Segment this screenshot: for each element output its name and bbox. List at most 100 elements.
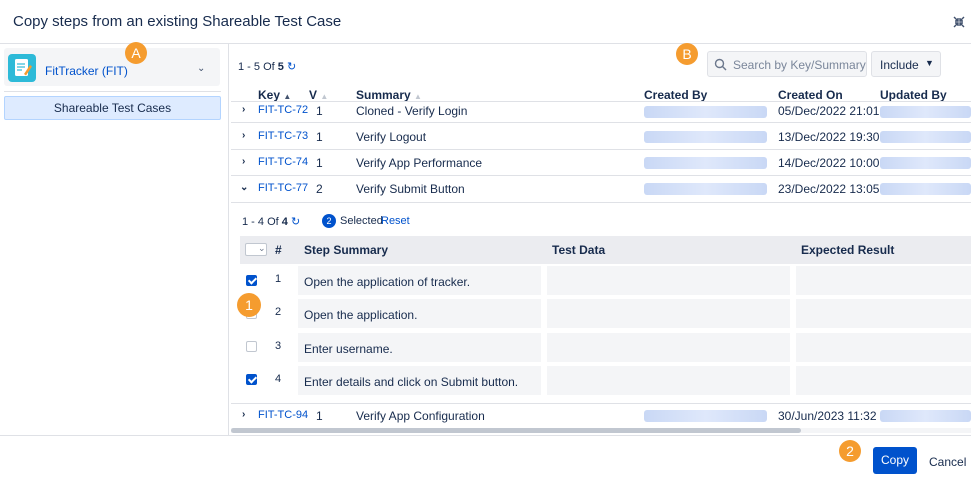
callout-1: 1 — [237, 293, 261, 317]
row-created-on: 30/Jun/2023 11:32 — [778, 409, 877, 423]
chevron-right-icon[interactable]: › — [242, 156, 245, 167]
step-cell — [796, 266, 971, 295]
chevron-down-icon[interactable]: ⌄ — [197, 63, 205, 74]
col-step-num: # — [275, 243, 282, 257]
divider — [4, 91, 221, 92]
col-test-data: Test Data — [552, 243, 606, 257]
col-created-on[interactable]: Created On — [778, 88, 843, 102]
chevron-right-icon[interactable]: › — [242, 104, 245, 115]
row-key[interactable]: FIT-TC-94 — [258, 409, 308, 421]
include-label: Include — [880, 58, 919, 72]
divider — [231, 101, 971, 102]
row-summary: Verify App Performance — [356, 156, 483, 170]
row-key[interactable]: FIT-TC-74 — [258, 156, 308, 168]
search-icon — [714, 58, 727, 71]
step-cell — [547, 299, 790, 328]
step-cell — [547, 366, 790, 395]
row-version: 1 — [316, 104, 323, 118]
divider — [231, 122, 971, 123]
result-count-prefix: 1 - 5 Of — [238, 61, 275, 73]
col-expected-result: Expected Result — [801, 243, 895, 257]
divider — [231, 403, 971, 404]
row-version: 2 — [316, 182, 323, 196]
updated-by-redacted — [880, 183, 971, 195]
row-created-on: 14/Dec/2022 10:00 — [778, 156, 880, 170]
steps-count-prefix: 1 - 4 Of — [242, 216, 279, 228]
selected-count-badge: 2 — [322, 214, 336, 228]
divider — [231, 175, 971, 176]
step-cell — [796, 366, 971, 395]
step-cell — [547, 266, 790, 295]
col-summary[interactable]: Summary ▲ — [356, 88, 422, 102]
chevron-down-icon[interactable]: ⌄ — [240, 182, 248, 193]
row-key[interactable]: FIT-TC-72 — [258, 104, 308, 116]
created-by-redacted — [644, 106, 767, 118]
divider — [0, 435, 971, 436]
row-created-on: 23/Dec/2022 13:05 — [778, 182, 880, 196]
step-summary: Open the application. — [304, 308, 418, 322]
col-key[interactable]: Key ▲ — [258, 88, 291, 102]
chevron-right-icon[interactable]: › — [242, 409, 245, 420]
row-summary: Verify Logout — [356, 130, 427, 144]
scrollbar-thumb[interactable] — [231, 428, 801, 433]
updated-by-redacted — [880, 157, 971, 169]
chevron-right-icon[interactable]: › — [242, 130, 245, 141]
row-summary: Verify App Configuration — [356, 409, 485, 423]
row-key[interactable]: FIT-TC-77 — [258, 182, 308, 194]
updated-by-redacted — [880, 410, 971, 422]
step-checkbox[interactable] — [246, 374, 257, 385]
row-summary: Cloned - Verify Login — [356, 104, 468, 118]
row-summary: Verify Submit Button — [356, 182, 465, 196]
created-by-redacted — [644, 131, 767, 143]
step-summary: Open the application of tracker. — [304, 275, 471, 289]
step-number: 1 — [275, 273, 282, 285]
steps-count-total: 4 — [281, 216, 288, 228]
divider — [231, 202, 971, 203]
callout-a: A — [125, 42, 147, 64]
created-by-redacted — [644, 183, 767, 195]
step-number: 2 — [275, 306, 282, 318]
refresh-icon[interactable]: ↻ — [291, 216, 300, 228]
callout-b: B — [676, 43, 698, 65]
row-created-on: 05/Dec/2022 21:01 — [778, 104, 880, 118]
created-by-redacted — [644, 410, 767, 422]
step-checkbox[interactable] — [246, 341, 257, 352]
steps-count: 1 - 4 Of 4 ↻ — [242, 215, 300, 228]
selected-label: Selected — [340, 215, 383, 227]
dialog-title: Copy steps from an existing Shareable Te… — [13, 13, 342, 30]
updated-by-redacted — [880, 106, 971, 118]
step-cell — [547, 333, 790, 362]
row-version: 1 — [316, 156, 323, 170]
result-count: 1 - 5 Of 5 ↻ — [238, 60, 296, 73]
created-by-redacted — [644, 157, 767, 169]
step-checkbox[interactable] — [246, 275, 257, 286]
updated-by-redacted — [880, 131, 971, 143]
step-cell — [796, 333, 971, 362]
col-step-summary: Step Summary — [304, 243, 389, 257]
select-all-checkbox[interactable]: ⌄ — [245, 243, 267, 256]
col-version[interactable]: V ▲ — [309, 88, 328, 102]
row-version: 1 — [316, 409, 323, 423]
row-key[interactable]: FIT-TC-73 — [258, 130, 308, 142]
chevron-down-icon: ▼ — [925, 58, 934, 68]
project-icon — [8, 54, 36, 82]
col-updated-by[interactable]: Updated By — [880, 88, 947, 102]
step-summary: Enter details and click on Submit button… — [304, 375, 519, 389]
divider — [231, 149, 971, 150]
reset-link[interactable]: Reset — [381, 215, 410, 227]
step-summary: Enter username. — [304, 342, 393, 356]
step-cell — [796, 299, 971, 328]
step-number: 3 — [275, 340, 282, 352]
refresh-icon[interactable]: ↻ — [287, 61, 296, 73]
copy-button[interactable]: Copy — [873, 447, 917, 474]
row-created-on: 13/Dec/2022 19:30 — [778, 130, 880, 144]
collapse-icon[interactable] — [953, 16, 965, 28]
col-created-by[interactable]: Created By — [644, 88, 707, 102]
search-placeholder: Search by Key/Summary — [733, 58, 866, 72]
row-version: 1 — [316, 130, 323, 144]
sidebar-item-shareable-test-cases[interactable]: Shareable Test Cases — [4, 96, 221, 120]
step-number: 4 — [275, 373, 282, 385]
project-name: FitTracker (FIT) — [45, 64, 128, 78]
result-count-total: 5 — [277, 61, 284, 73]
cancel-button[interactable]: Cancel — [929, 455, 966, 469]
